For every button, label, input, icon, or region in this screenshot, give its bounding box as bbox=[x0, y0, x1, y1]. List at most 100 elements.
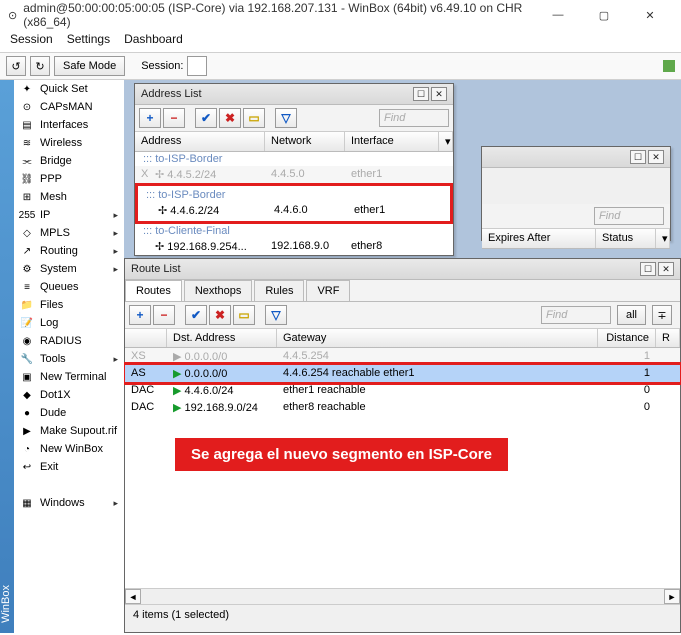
filter-button[interactable]: ▽ bbox=[275, 108, 297, 128]
tab-routes[interactable]: Routes bbox=[125, 280, 182, 301]
sidebar-item-label: Bridge bbox=[40, 155, 72, 167]
route-add-button[interactable]: + bbox=[129, 305, 151, 325]
close-button[interactable]: ✕ bbox=[627, 0, 673, 30]
enable-button[interactable]: ✔ bbox=[195, 108, 217, 128]
sidebar-item-system[interactable]: ⚙System▸ bbox=[14, 260, 124, 278]
menu-dashboard[interactable]: Dashboard bbox=[124, 32, 183, 46]
sidebar-item-interfaces[interactable]: ▤Interfaces bbox=[14, 116, 124, 134]
route-disable-button[interactable]: ✖ bbox=[209, 305, 231, 325]
sidebar-item-bridge[interactable]: ⫘Bridge bbox=[14, 152, 124, 170]
maximize-button[interactable]: ▢ bbox=[581, 0, 627, 30]
sidebar-item-tools[interactable]: 🔧Tools▸ bbox=[14, 350, 124, 368]
sidebar-item-exit[interactable]: ↩Exit bbox=[14, 458, 124, 476]
route-all-dropdown-arrow[interactable]: ∓ bbox=[652, 305, 672, 325]
address-row[interactable]: ✢ 192.168.9.254...192.168.9.0ether8 bbox=[135, 238, 453, 255]
undo-button[interactable]: ↺ bbox=[6, 56, 26, 76]
route-row[interactable]: DAC▶ 192.168.9.0/24ether8 reachable0 bbox=[125, 399, 680, 416]
sidebar-item-new-winbox[interactable]: ◔New WinBox bbox=[14, 440, 124, 458]
submenu-arrow-icon: ▸ bbox=[113, 264, 118, 275]
sidebar-item-wireless[interactable]: ≋Wireless bbox=[14, 134, 124, 152]
address-group-header[interactable]: ::: to-Cliente-Final bbox=[135, 224, 453, 238]
sidebar-item-label: New WinBox bbox=[40, 443, 103, 455]
bg-find-input[interactable]: Find bbox=[594, 207, 664, 225]
sidebar-item-mesh[interactable]: ⊞Mesh bbox=[14, 188, 124, 206]
tab-nexthops[interactable]: Nexthops bbox=[184, 280, 252, 301]
route-row[interactable]: AS▶ 0.0.0.0/04.4.6.254 reachable ether11 bbox=[125, 365, 680, 382]
bg-window-close-icon[interactable]: ✕ bbox=[648, 150, 664, 164]
address-row[interactable]: ✢ 4.4.6.2/244.4.6.0ether1 bbox=[138, 202, 450, 219]
route-comment-button[interactable]: ▭ bbox=[233, 305, 255, 325]
address-group-header[interactable]: ::: to-ISP-Border bbox=[135, 152, 453, 166]
address-group-header[interactable]: ::: to-ISP-Border bbox=[138, 188, 450, 202]
sidebar-icon: ▶ bbox=[20, 424, 34, 438]
sidebar-item-capsman[interactable]: ⊙CAPsMAN bbox=[14, 98, 124, 116]
window-title: admin@50:00:00:05:00:05 (ISP-Core) via 1… bbox=[23, 1, 535, 29]
sidebar-item-dot1x[interactable]: ◆Dot1X bbox=[14, 386, 124, 404]
sidebar-icon: ⊙ bbox=[20, 100, 34, 114]
sidebar-icon: ▤ bbox=[20, 118, 34, 132]
scroll-right-icon[interactable]: ► bbox=[664, 589, 680, 604]
route-list-restore-icon[interactable]: ☐ bbox=[640, 262, 656, 276]
route-status-bar: 4 items (1 selected) bbox=[125, 604, 680, 624]
bg-col-status[interactable]: Status bbox=[596, 229, 656, 248]
sidebar-item-new-terminal[interactable]: ▣New Terminal bbox=[14, 368, 124, 386]
route-row[interactable]: XS▶ 0.0.0.0/04.4.5.2541 bbox=[125, 348, 680, 365]
redo-button[interactable]: ↻ bbox=[30, 56, 50, 76]
col-dst[interactable]: Dst. Address bbox=[167, 329, 277, 347]
route-list-close-icon[interactable]: ✕ bbox=[658, 262, 674, 276]
sidebar-item-mpls[interactable]: ◇MPLS▸ bbox=[14, 224, 124, 242]
menu-session[interactable]: Session bbox=[10, 32, 53, 46]
route-list-title: Route List bbox=[131, 263, 638, 275]
route-enable-button[interactable]: ✔ bbox=[185, 305, 207, 325]
col-interface[interactable]: Interface bbox=[345, 132, 439, 151]
scroll-left-icon[interactable]: ◄ bbox=[125, 589, 141, 604]
horizontal-scrollbar[interactable]: ◄ ► bbox=[125, 588, 680, 604]
remove-button[interactable]: − bbox=[163, 108, 185, 128]
sidebar-item-queues[interactable]: ≡Queues bbox=[14, 278, 124, 296]
col-distance[interactable]: Distance bbox=[598, 329, 656, 347]
sidebar-item-windows[interactable]: ▦Windows▸ bbox=[14, 494, 124, 512]
safe-mode-button[interactable]: Safe Mode bbox=[54, 56, 125, 76]
annotation-text: Se agrega el nuevo segmento en ISP-Core bbox=[175, 438, 508, 471]
address-row[interactable]: X✢ 4.4.5.2/244.4.5.0ether1 bbox=[135, 166, 453, 183]
address-find-input[interactable]: Find bbox=[379, 109, 449, 127]
sidebar-item-ppp[interactable]: ⛓PPP bbox=[14, 170, 124, 188]
tab-rules[interactable]: Rules bbox=[254, 280, 304, 301]
sidebar-item-radius[interactable]: ◉RADIUS bbox=[14, 332, 124, 350]
session-dropdown[interactable] bbox=[187, 56, 207, 76]
sidebar-handle-label: WinBox bbox=[0, 585, 12, 623]
minimize-button[interactable]: — bbox=[535, 0, 581, 30]
sidebar-item-ip[interactable]: 255IP▸ bbox=[14, 206, 124, 224]
route-find-input[interactable]: Find bbox=[541, 306, 611, 324]
address-list-close-icon[interactable]: ✕ bbox=[431, 87, 447, 101]
route-remove-button[interactable]: − bbox=[153, 305, 175, 325]
address-list-restore-icon[interactable]: ☐ bbox=[413, 87, 429, 101]
col-more[interactable]: ▾ bbox=[439, 132, 453, 151]
tab-vrf[interactable]: VRF bbox=[306, 280, 350, 301]
col-network[interactable]: Network bbox=[265, 132, 345, 151]
sidebar-item-files[interactable]: 📁Files bbox=[14, 296, 124, 314]
route-row[interactable]: DAC▶ 4.4.6.0/24ether1 reachable0 bbox=[125, 382, 680, 399]
col-r[interactable]: R bbox=[656, 329, 680, 347]
bg-col-expires[interactable]: Expires After bbox=[482, 229, 596, 248]
col-address[interactable]: Address bbox=[135, 132, 265, 151]
sidebar-icon: ≋ bbox=[20, 136, 34, 150]
sidebar-item-label: Quick Set bbox=[40, 83, 88, 95]
sidebar-item-dude[interactable]: ●Dude bbox=[14, 404, 124, 422]
add-button[interactable]: + bbox=[139, 108, 161, 128]
comment-button[interactable]: ▭ bbox=[243, 108, 265, 128]
bg-window-restore-icon[interactable]: ☐ bbox=[630, 150, 646, 164]
bg-col-more[interactable]: ▾ bbox=[656, 229, 670, 248]
submenu-arrow-icon: ▸ bbox=[113, 498, 118, 509]
sidebar-item-log[interactable]: 📝Log bbox=[14, 314, 124, 332]
sidebar-icon: ↩ bbox=[20, 460, 34, 474]
sidebar-handle[interactable]: WinBox bbox=[0, 80, 14, 633]
sidebar-item-quick-set[interactable]: ✦Quick Set bbox=[14, 80, 124, 98]
col-gateway[interactable]: Gateway bbox=[277, 329, 598, 347]
sidebar-item-routing[interactable]: ↗Routing▸ bbox=[14, 242, 124, 260]
route-filter-button[interactable]: ▽ bbox=[265, 305, 287, 325]
menu-settings[interactable]: Settings bbox=[67, 32, 110, 46]
disable-button[interactable]: ✖ bbox=[219, 108, 241, 128]
sidebar-item-make-supout-rif[interactable]: ▶Make Supout.rif bbox=[14, 422, 124, 440]
route-all-dropdown[interactable]: all bbox=[617, 305, 646, 325]
